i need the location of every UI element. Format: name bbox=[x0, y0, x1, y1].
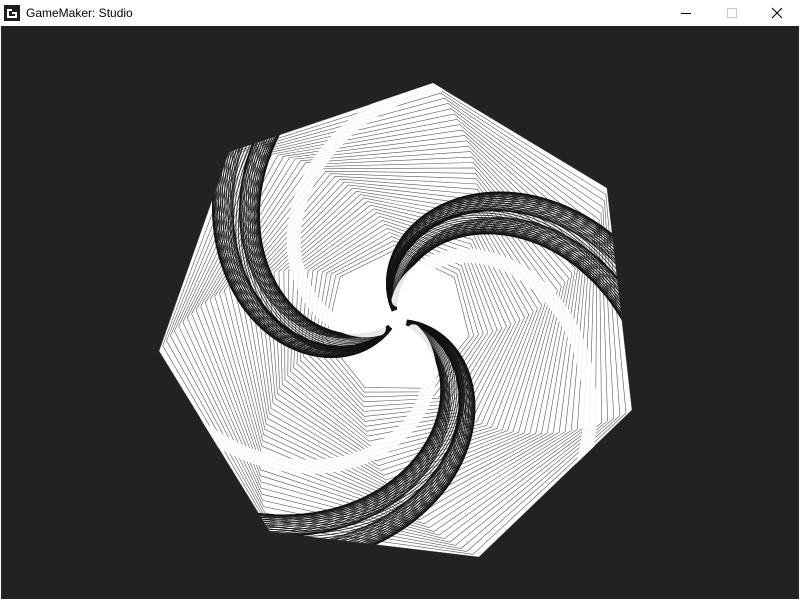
maximize-button[interactable] bbox=[709, 0, 755, 26]
minimize-icon bbox=[681, 13, 691, 14]
minimize-button[interactable] bbox=[663, 0, 709, 26]
close-icon bbox=[771, 7, 783, 19]
title-bar[interactable]: GameMaker: Studio bbox=[0, 0, 800, 26]
maximize-icon bbox=[727, 8, 737, 18]
game-canvas[interactable] bbox=[1, 26, 799, 599]
spiral-artwork bbox=[159, 83, 632, 557]
close-button[interactable] bbox=[754, 0, 800, 26]
gamemaker-icon bbox=[4, 5, 20, 21]
app-window: GameMaker: Studio bbox=[0, 0, 800, 600]
window-title: GameMaker: Studio bbox=[26, 6, 133, 20]
